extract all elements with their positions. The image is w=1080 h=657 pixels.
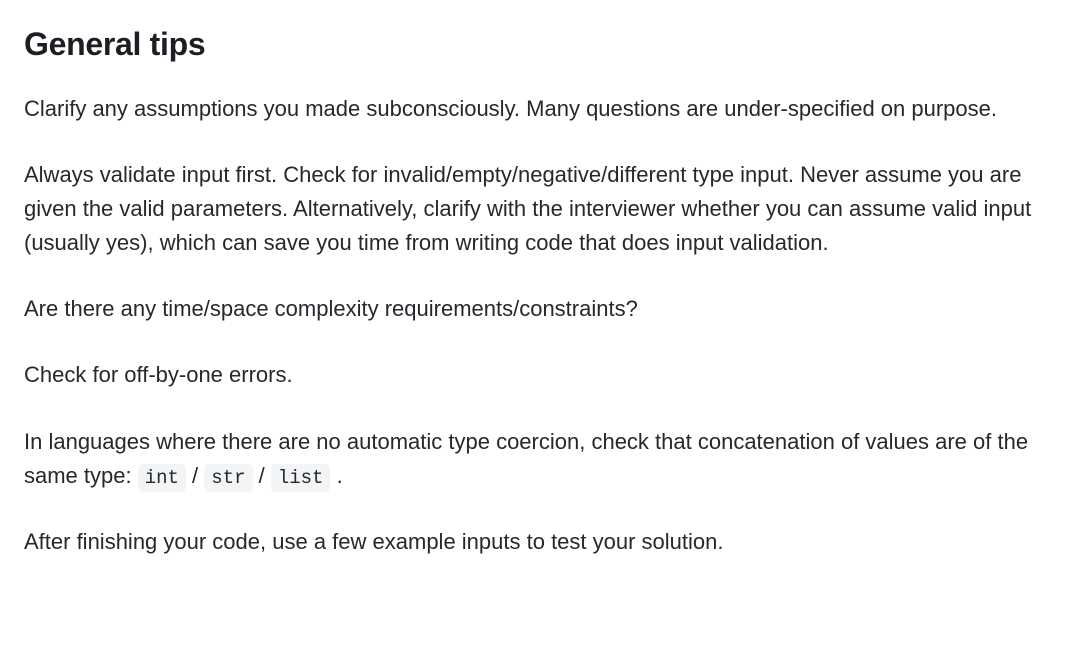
tip-paragraph: In languages where there are no automati…: [24, 425, 1056, 494]
section-heading: General tips: [24, 20, 1056, 68]
tip-paragraph: Check for off-by-one errors.: [24, 358, 1056, 392]
tip-text: /: [253, 463, 271, 488]
tip-text: .: [330, 463, 342, 488]
tip-paragraph: After finishing your code, use a few exa…: [24, 525, 1056, 559]
code-token: str: [204, 464, 252, 492]
tip-paragraph: Always validate input first. Check for i…: [24, 158, 1056, 260]
tip-text: /: [186, 463, 204, 488]
code-token: int: [138, 464, 186, 492]
tip-paragraph: Are there any time/space complexity requ…: [24, 292, 1056, 326]
code-token: list: [271, 464, 331, 492]
tip-paragraph: Clarify any assumptions you made subcons…: [24, 92, 1056, 126]
